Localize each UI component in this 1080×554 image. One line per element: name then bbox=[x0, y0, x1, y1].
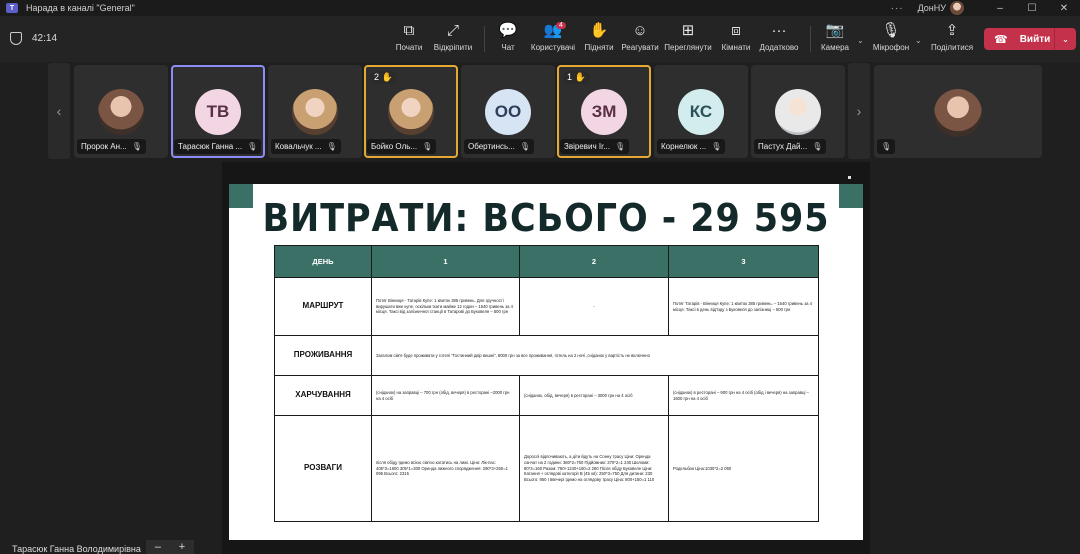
column-header: 1 bbox=[371, 245, 520, 278]
window-titlebar: T Нарада в каналі "General" ··· ДонНУ – … bbox=[0, 0, 1080, 16]
timer-text: 42:14 bbox=[32, 33, 58, 44]
participant-tile[interactable]: Пророк Ан... 🎙 bbox=[74, 65, 168, 158]
strip-next-button[interactable]: › bbox=[848, 63, 870, 159]
table-row: МАРШРУТ Потяг Вінниця - Татарів Купе: 1 … bbox=[274, 277, 819, 336]
table-row: РОЗВАГИ після обіду їдемо всією сім'єю к… bbox=[274, 415, 819, 522]
shield-icon bbox=[10, 32, 22, 45]
unpin-button[interactable]: ⤢ Відкріпити bbox=[426, 20, 480, 58]
zoom-out-button[interactable]: – bbox=[155, 541, 161, 553]
chat-icon: 💬 bbox=[498, 22, 518, 39]
zoom-in-button[interactable]: + bbox=[179, 541, 185, 553]
maximize-button[interactable]: ☐ bbox=[1016, 3, 1048, 14]
account-avatar[interactable] bbox=[950, 1, 964, 15]
table-row: ПРОЖИВАННЯ Загалом сім'я буде проживати … bbox=[274, 335, 819, 376]
share-button[interactable]: ⇪ Поділитися bbox=[925, 20, 979, 58]
window-title: Нарада в каналі "General" bbox=[26, 3, 135, 13]
meeting-toolbar: 42:14 ⧉ Почати ⤢ Відкріпити 💬 Чат 👥 4 Ко… bbox=[0, 16, 1080, 62]
avatar: ТВ bbox=[195, 89, 241, 135]
raised-hand-badge: 1 ✋ bbox=[563, 71, 590, 84]
grid-icon: ⊞ bbox=[681, 22, 695, 39]
presentation-slide: ВИТРАТИ: ВСЬОГО - 29 595 ГРН ДЕНЬ 1 2 3 … bbox=[229, 184, 863, 540]
avatar bbox=[934, 89, 982, 137]
table-row: ХАРЧУВАННЯ (сніданок) на заправці – 700 … bbox=[274, 375, 819, 416]
share-icon: ⇪ bbox=[945, 22, 959, 39]
participants-count-badge: 4 bbox=[556, 22, 566, 29]
account-name[interactable]: ДонНУ bbox=[918, 3, 946, 13]
mic-muted-icon: 🎙 bbox=[519, 142, 530, 151]
raised-hand-badge: 2 ✋ bbox=[370, 71, 397, 84]
more-options-icon[interactable]: ··· bbox=[891, 3, 904, 14]
mic-muted-icon: 🎙 bbox=[711, 142, 722, 151]
smiley-icon: ☺ bbox=[632, 21, 648, 39]
presenter-name: Тарасюк Ганна Володимирівна bbox=[12, 544, 141, 554]
mic-muted-icon: 🎙 bbox=[422, 142, 433, 151]
zoom-control: – + bbox=[146, 540, 194, 554]
unpin-icon: ⤢ bbox=[446, 21, 459, 39]
column-header: ДЕНЬ bbox=[274, 245, 372, 278]
avatar: КС bbox=[678, 89, 724, 135]
rooms-icon: ⧈ bbox=[731, 21, 741, 39]
ellipsis-icon: ··· bbox=[771, 21, 787, 39]
leave-options-chevron-icon[interactable]: ⌄ bbox=[1054, 28, 1076, 50]
mic-off-icon: 🎙 bbox=[881, 22, 901, 39]
avatar bbox=[388, 89, 434, 135]
avatar: ЗМ bbox=[581, 89, 627, 135]
leave-button[interactable]: ☎ Вийти ⌄ bbox=[984, 28, 1076, 50]
mic-muted-icon: 🎙 bbox=[881, 142, 892, 151]
table-header-row: ДЕНЬ 1 2 3 bbox=[274, 245, 819, 278]
column-header: 2 bbox=[519, 245, 669, 278]
strip-prev-button[interactable]: ‹ bbox=[48, 63, 70, 159]
more-button[interactable]: ··· Додатково bbox=[752, 20, 806, 58]
avatar: ОО bbox=[485, 89, 531, 135]
participant-tile[interactable]: Ковальчук ... 🎙 bbox=[268, 65, 362, 158]
mic-muted-icon: 🎙 bbox=[131, 142, 142, 151]
minimize-button[interactable]: – bbox=[984, 3, 1016, 14]
mic-options-chevron-icon[interactable]: ⌄ bbox=[915, 36, 922, 45]
camera-button[interactable]: 📷 Камера bbox=[808, 20, 862, 58]
avatar bbox=[292, 89, 338, 135]
participant-tile[interactable]: 1 ✋ ЗМ Звіревич Ir... 🎙 bbox=[557, 65, 651, 158]
participant-tile[interactable]: ТВ Тарасюк Ганна ... 🎙 bbox=[171, 65, 265, 158]
microphone-button[interactable]: 🎙 Мікрофон bbox=[864, 20, 918, 58]
participant-tile[interactable]: КС Корнелюк ... 🎙 bbox=[654, 65, 748, 158]
teams-logo-icon: T bbox=[6, 3, 18, 13]
cursor bbox=[848, 176, 851, 179]
meeting-timer: 42:14 bbox=[10, 32, 57, 45]
self-video-tile[interactable]: 🎙 bbox=[874, 65, 1042, 158]
participant-tile[interactable]: Пастух Дай... 🎙 bbox=[751, 65, 845, 158]
mic-muted-icon: 🎙 bbox=[812, 142, 823, 151]
mic-muted-icon: 🎙 bbox=[326, 142, 337, 151]
react-button[interactable]: ☺ Реагувати bbox=[613, 20, 667, 58]
camera-off-icon: 📷 bbox=[825, 22, 845, 39]
participant-tile[interactable]: ОО Обертинсь... 🎙 bbox=[461, 65, 555, 158]
participant-tile[interactable]: 2 ✋ Бойко Оль... 🎙 bbox=[364, 65, 458, 158]
mic-muted-icon: 🎙 bbox=[614, 142, 626, 151]
avatar bbox=[775, 89, 821, 135]
screen-icon: ⧉ bbox=[403, 21, 415, 39]
hand-icon: ✋ bbox=[589, 22, 609, 39]
phone-icon: ☎ bbox=[994, 33, 1008, 46]
costs-table: ДЕНЬ 1 2 3 МАРШРУТ Потяг Вінниця - Татар… bbox=[274, 245, 819, 522]
view-button[interactable]: ⊞ Переглянути bbox=[661, 20, 715, 58]
column-header: 3 bbox=[668, 245, 819, 278]
mic-muted-icon: 🎙 bbox=[247, 142, 258, 151]
close-button[interactable]: ✕ bbox=[1048, 3, 1080, 14]
avatar bbox=[98, 89, 144, 135]
camera-options-chevron-icon[interactable]: ⌄ bbox=[857, 36, 864, 45]
